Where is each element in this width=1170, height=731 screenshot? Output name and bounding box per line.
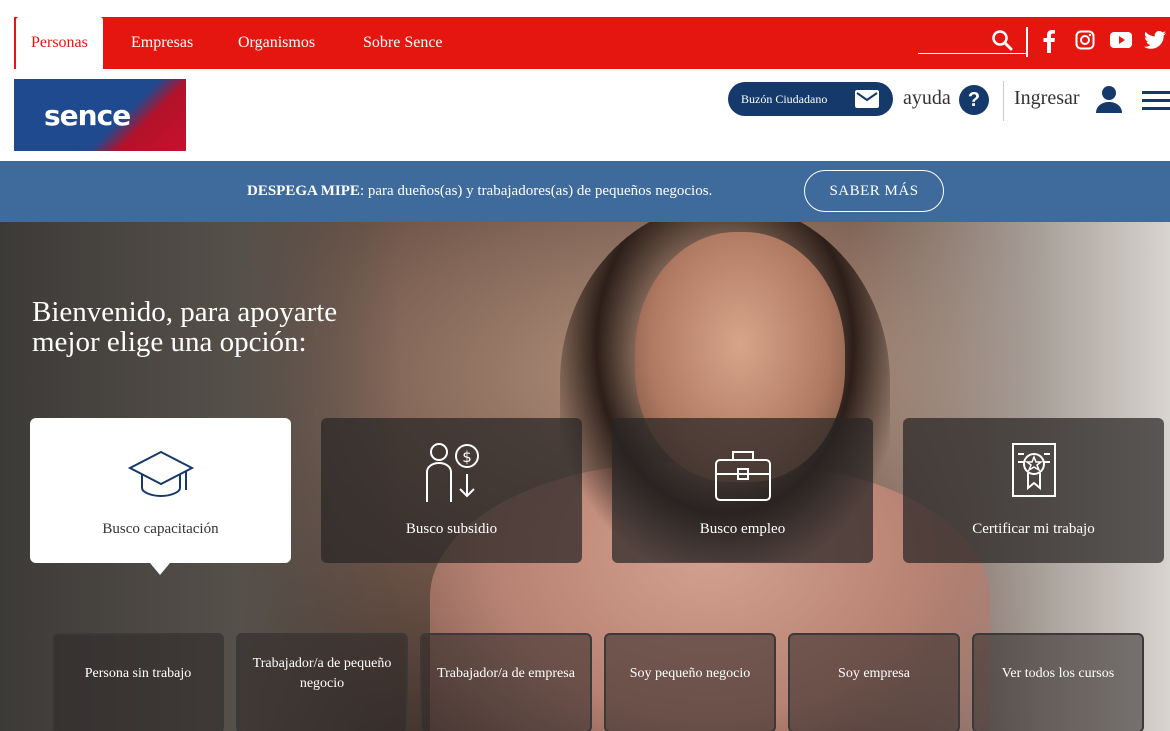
promo-banner: DESPEGA MIPE: para dueños(as) y trabajad… [0, 161, 1170, 222]
card-busco-empleo[interactable]: Busco empleo [612, 418, 873, 563]
certificate-icon [1011, 443, 1056, 497]
subcard-ver-todos-los-cursos[interactable]: Ver todos los cursos [972, 633, 1144, 731]
subcard-soy-empresa[interactable]: Soy empresa [788, 633, 960, 731]
saber-mas-button[interactable]: SABER MÁS [804, 170, 944, 212]
logo-text: sence [44, 99, 131, 132]
subcard-soy-pequeno-negocio[interactable]: Soy pequeño negocio [604, 633, 776, 731]
instagram-icon[interactable] [1075, 30, 1095, 50]
top-nav-bar: Personas Empresas Organismos Sobre Sence [14, 17, 1170, 69]
facebook-icon[interactable] [1042, 29, 1056, 53]
youtube-icon[interactable] [1110, 32, 1132, 48]
banner-text: DESPEGA MIPE: para dueños(as) y trabajad… [247, 183, 712, 200]
help-icon[interactable]: ? [959, 85, 989, 115]
graduation-cap-icon [127, 450, 194, 498]
tab-organismos[interactable]: Organismos [238, 17, 315, 69]
ingresar-link[interactable]: Ingresar [1014, 87, 1080, 110]
search-icon[interactable] [991, 29, 1013, 51]
card-certificar-mi-trabajo[interactable]: Certificar mi trabajo [903, 418, 1164, 563]
tab-empresas[interactable]: Empresas [131, 17, 193, 69]
site-header: sence Buzón Ciudadano ayuda ? Ingresar [0, 69, 1170, 161]
active-card-pointer [150, 563, 170, 575]
card-busco-capacitacion[interactable]: Busco capacitación [30, 418, 291, 563]
tab-personas[interactable]: Personas [16, 17, 103, 69]
buzon-label: Buzón Ciudadano [741, 91, 828, 106]
card-busco-subsidio[interactable]: $ Busco subsidio [321, 418, 582, 563]
banner-bold: DESPEGA MIPE [247, 183, 360, 199]
tab-sobre-sence[interactable]: Sobre Sence [363, 17, 443, 69]
card-label: Busco subsidio [405, 521, 498, 537]
header-divider [1003, 81, 1004, 121]
sence-logo[interactable]: sence [14, 79, 186, 151]
person-money-icon: $ [425, 443, 479, 502]
subcard-trabajador-pequeno-negocio[interactable]: Trabajador/a de pequeño negocio [236, 633, 408, 731]
card-label: Certificar mi trabajo [972, 521, 1095, 537]
subcard-persona-sin-trabajo[interactable]: Persona sin trabajo [52, 633, 224, 731]
card-label: Busco empleo [699, 521, 786, 537]
subcard-trabajador-empresa[interactable]: Trabajador/a de empresa [420, 633, 592, 731]
hamburger-menu-icon[interactable] [1140, 89, 1170, 113]
user-icon[interactable] [1094, 84, 1124, 114]
buzon-ciudadano-button[interactable]: Buzón Ciudadano [728, 82, 893, 116]
mail-icon [855, 90, 879, 108]
hero-section: Bienvenido, para apoyarte mejor elige un… [0, 222, 1170, 731]
hero-title: Bienvenido, para apoyarte mejor elige un… [32, 296, 338, 358]
svg-text:$: $ [462, 448, 472, 466]
search-input[interactable] [918, 53, 1028, 54]
twitter-icon[interactable] [1144, 31, 1166, 49]
card-label: Busco capacitación [102, 521, 219, 537]
nav-divider [1026, 27, 1028, 57]
briefcase-icon [714, 451, 771, 501]
banner-description: : para dueños(as) y trabajadores(as) de … [359, 183, 713, 199]
ayuda-link[interactable]: ayuda [903, 87, 951, 110]
